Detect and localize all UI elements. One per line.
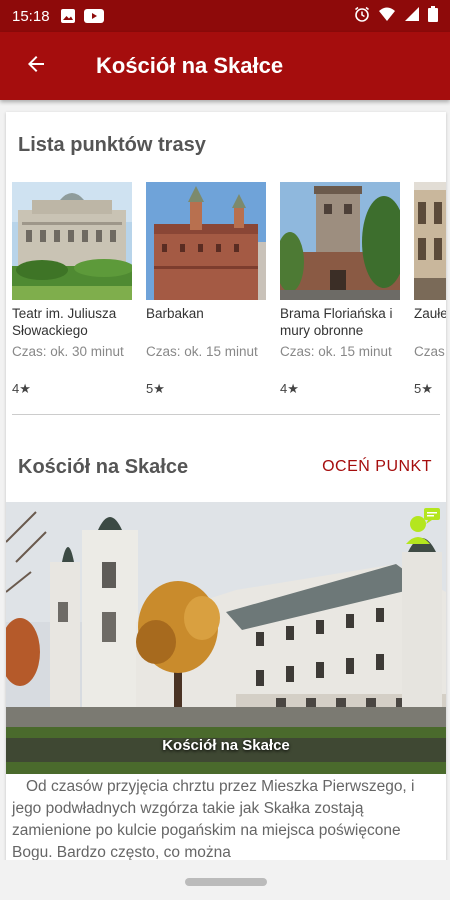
point-title: Kościół na Skałce bbox=[18, 456, 189, 478]
route-point-thumbnail bbox=[414, 182, 446, 300]
route-point-thumbnail bbox=[280, 182, 400, 300]
route-point-name: Brama Floriańska i mury obronne bbox=[280, 306, 393, 338]
navigation-bar bbox=[0, 860, 450, 900]
route-point-item[interactable]: Teatr im. Juliusza Słowackiego Czas: ok.… bbox=[12, 182, 132, 402]
route-point-rating: 5★ bbox=[414, 381, 433, 396]
battery-icon bbox=[428, 6, 438, 26]
signal-icon bbox=[404, 6, 420, 26]
status-bar: 15:18 bbox=[0, 0, 450, 32]
route-point-thumbnail bbox=[12, 182, 132, 300]
image-icon bbox=[60, 8, 76, 24]
status-time: 15:18 bbox=[12, 7, 50, 25]
point-photo[interactable]: Kościół na Skałce bbox=[6, 502, 446, 774]
page-title: Kościół na Skałce bbox=[96, 53, 284, 78]
route-point-rating: 4★ bbox=[280, 381, 299, 396]
route-point-time: Czas: ok. 15 minut bbox=[280, 344, 392, 359]
rate-point-button[interactable]: OCEŃ PUNKT bbox=[322, 458, 432, 476]
route-point-rating: 4★ bbox=[12, 381, 31, 396]
route-point-item[interactable]: Brama Floriańska i mury obronne Czas: ok… bbox=[280, 182, 400, 402]
route-point-name: Teatr im. Juliusza Słowackiego bbox=[12, 306, 117, 338]
point-description: Od czasów przyjęcia chrztu przez Mieszka… bbox=[12, 778, 415, 861]
route-point-rating: 5★ bbox=[146, 381, 165, 396]
app-bar: Kościół na Skałce bbox=[0, 32, 450, 100]
route-point-time: Czas: ok. 30 minut bbox=[12, 344, 124, 359]
back-arrow-icon bbox=[24, 52, 48, 81]
content-card: Lista punktów trasy Teatr im. Juliusza S… bbox=[6, 112, 446, 872]
route-points-list[interactable]: Teatr im. Juliusza Słowackiego Czas: ok.… bbox=[12, 182, 446, 402]
route-point-name: Zaułek Czar… bbox=[414, 306, 446, 321]
back-button[interactable] bbox=[0, 32, 72, 100]
alarm-icon bbox=[354, 6, 370, 26]
route-point-item[interactable]: Zaułek Czar… Czas: ok. 5 minut 5★ bbox=[414, 182, 446, 402]
youtube-icon bbox=[83, 9, 104, 23]
route-point-time: Czas: ok. 5 minut bbox=[414, 344, 446, 359]
home-gesture-handle[interactable] bbox=[185, 878, 267, 886]
divider bbox=[12, 414, 440, 415]
wifi-icon bbox=[378, 6, 396, 26]
route-point-item[interactable]: Barbakan Czas: ok. 15 minut 5★ bbox=[146, 182, 266, 402]
user-chat-icon[interactable] bbox=[402, 506, 442, 551]
photo-caption: Kościół na Skałce bbox=[162, 737, 290, 754]
route-point-thumbnail bbox=[146, 182, 266, 300]
route-list-title: Lista punktów trasy bbox=[18, 134, 206, 156]
route-point-time: Czas: ok. 15 minut bbox=[146, 344, 258, 359]
route-point-name: Barbakan bbox=[146, 306, 204, 321]
